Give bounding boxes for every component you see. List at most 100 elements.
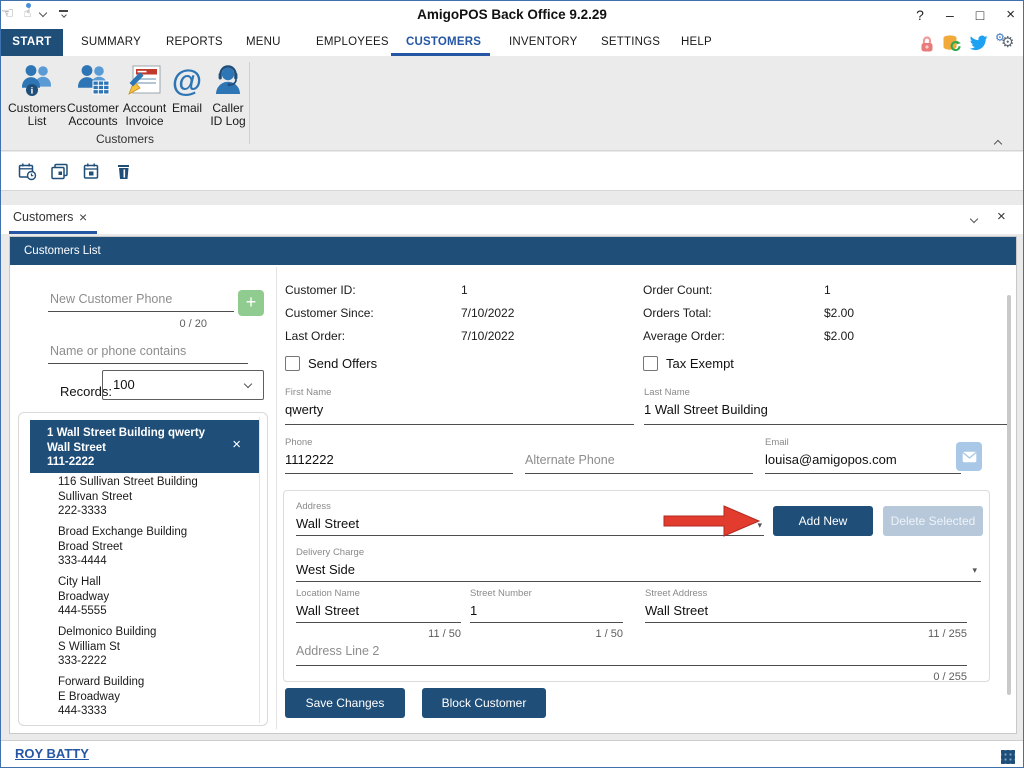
ribbon-caller-id-log-button[interactable]: Caller ID Log (206, 60, 250, 136)
envelope-icon (962, 451, 977, 463)
records-dropdown[interactable]: 100 (102, 370, 264, 400)
last-name-field[interactable]: Last Name 1 Wall Street Building (644, 387, 1007, 425)
resize-grip[interactable] (1001, 750, 1015, 764)
phone-field[interactable]: Phone 1112222 (285, 437, 513, 474)
stat-label: Customer Since: (285, 306, 374, 320)
lock-icon[interactable] (919, 34, 935, 53)
window-controls: ? – □ × (916, 1, 1015, 29)
stat-label: Average Order: (643, 329, 725, 343)
send-offers-checkbox[interactable] (285, 356, 300, 371)
ribbon-email-button[interactable]: @ Email (168, 60, 206, 136)
status-bar: ROY BATTY (1, 740, 1023, 767)
customer-list-item[interactable]: Delmonico BuildingS William St333-2222 (30, 621, 259, 670)
doc-tab-customers[interactable]: Customers (13, 210, 73, 224)
touch-hand-icon[interactable]: ☝ (23, 5, 31, 21)
calendar-day-icon[interactable] (79, 159, 103, 183)
tab-list-chevron-icon[interactable] (970, 215, 978, 223)
delivery-charge-dropdown[interactable]: Delivery Charge West Side ▾ (296, 547, 981, 582)
svg-text:i: i (31, 87, 34, 97)
customers-list-icon: i (18, 60, 56, 102)
block-customer-button[interactable]: Block Customer (422, 688, 546, 718)
ribbon-customers-list-button[interactable]: i Customers List (9, 60, 65, 136)
help-button[interactable]: ? (916, 1, 924, 29)
customer-list-item[interactable]: 116 Sullivan Street BuildingSullivan Str… (30, 471, 259, 520)
settings-gears-icon[interactable]: ⚙⚙ (995, 33, 1017, 53)
calendar-stack-icon[interactable] (47, 159, 71, 183)
doc-tab-underline (9, 231, 97, 234)
customer-accounts-icon (74, 60, 112, 102)
customer-list: 1 Wall Street Building qwerty Wall Stree… (18, 412, 268, 726)
street-number-field[interactable]: Street Number 1 (470, 588, 623, 623)
delivery-dropdown-arrow: ▾ (972, 565, 977, 576)
street-number-counter: 1 / 50 (470, 628, 623, 640)
list-scrollbar[interactable] (259, 417, 260, 723)
tab-summary[interactable]: SUMMARY (81, 29, 141, 56)
calendar-clock-icon[interactable] (15, 159, 39, 183)
deselect-customer-icon[interactable]: × (232, 438, 241, 452)
first-name-field[interactable]: First Name qwerty (285, 387, 634, 425)
customers-panel: Customers List New Customer Phone + 0 / … (9, 236, 1017, 734)
maximize-button[interactable]: □ (976, 1, 984, 29)
ribbon-customer-accounts-button[interactable]: Customer Accounts (65, 60, 121, 136)
tab-settings[interactable]: SETTINGS (601, 29, 660, 56)
tab-reports[interactable]: REPORTS (166, 29, 223, 56)
panel-header: Customers List (10, 237, 1016, 265)
title-bar: AmigoPOS Back Office 9.2.29 ☜ ☝ ? – □ × (1, 1, 1023, 29)
close-button[interactable]: × (1006, 1, 1015, 29)
location-name-field[interactable]: Location Name Wall Street (296, 588, 461, 623)
send-email-button[interactable] (956, 442, 982, 471)
stat-label: Customer ID: (285, 283, 356, 297)
ribbon-account-invoice-button[interactable]: Account Invoice (121, 60, 168, 136)
street-address-field[interactable]: Street Address Wall Street (645, 588, 967, 623)
stat-value: 1 (461, 283, 468, 297)
stat-value: $2.00 (824, 306, 854, 320)
database-sync-icon[interactable] (942, 34, 962, 53)
menu-bar: START SUMMARY REPORTS MENU EMPLOYEES CUS… (1, 29, 1023, 56)
red-arrow-annotation (662, 501, 762, 541)
location-name-counter: 11 / 50 (296, 628, 461, 640)
send-offers-label: Send Offers (308, 356, 377, 371)
stat-value: 1 (824, 283, 831, 297)
tab-close-icon[interactable]: × (997, 208, 1006, 225)
document-tab-bar: Customers × × (1, 205, 1023, 234)
customer-search-input[interactable]: Name or phone contains (48, 334, 248, 364)
alternate-phone-field[interactable]: Alternate Phone (525, 437, 753, 474)
add-new-button[interactable]: Add New (773, 506, 873, 536)
delete-selected-button[interactable]: Delete Selected (883, 506, 983, 536)
stat-label: Last Order: (285, 329, 345, 343)
ribbon: i Customers List Customer Accou (1, 56, 1023, 151)
tab-start[interactable]: START (1, 29, 63, 56)
form-scrollbar[interactable] (1007, 295, 1011, 695)
add-customer-button[interactable]: + (238, 290, 264, 316)
tab-customers[interactable]: CUSTOMERS (406, 29, 481, 56)
tax-exempt-checkbox[interactable] (643, 356, 658, 371)
trash-icon[interactable] (111, 159, 135, 183)
window-title: AmigoPOS Back Office 9.2.29 (1, 1, 1023, 29)
caller-id-log-icon (211, 60, 245, 102)
customer-list-item[interactable]: Broad Exchange BuildingBroad Street333-4… (30, 521, 259, 570)
minimize-button[interactable]: – (946, 1, 954, 29)
email-field[interactable]: Email louisa@amigopos.com (765, 437, 961, 474)
email-icon: @ (172, 60, 202, 102)
address-group: Address Wall Street ▾ Add New Delete Sel… (283, 490, 990, 682)
doc-tab-close-icon[interactable]: × (79, 209, 87, 225)
new-customer-phone-input[interactable]: New Customer Phone (48, 281, 234, 312)
save-changes-button[interactable]: Save Changes (285, 688, 405, 718)
ribbon-collapse-button[interactable] (995, 134, 1011, 146)
customer-list-item-selected[interactable]: 1 Wall Street Building qwerty Wall Stree… (30, 420, 259, 473)
tab-inventory[interactable]: INVENTORY (509, 29, 577, 56)
stat-label: Order Count: (643, 283, 712, 297)
tab-help[interactable]: HELP (681, 29, 712, 56)
logged-in-user-link[interactable]: ROY BATTY (15, 746, 89, 761)
customer-list-item[interactable]: Forward BuildingE Broadway444-3333 (30, 671, 259, 720)
twitter-icon[interactable] (969, 35, 988, 51)
app-window: AmigoPOS Back Office 9.2.29 ☜ ☝ ? – □ × … (0, 0, 1024, 768)
tab-menu[interactable]: MENU (246, 29, 281, 56)
customer-list-item[interactable]: City HallBroadway444-5555 (30, 571, 259, 620)
records-value: 100 (113, 377, 135, 392)
ribbon-group-label: Customers (1, 132, 249, 146)
tray-icons: ⚙⚙ (919, 31, 1017, 55)
address-line2-field[interactable]: Address Line 2 (296, 642, 967, 666)
stat-value: $2.00 (824, 329, 854, 343)
tab-employees[interactable]: EMPLOYEES (316, 29, 389, 56)
